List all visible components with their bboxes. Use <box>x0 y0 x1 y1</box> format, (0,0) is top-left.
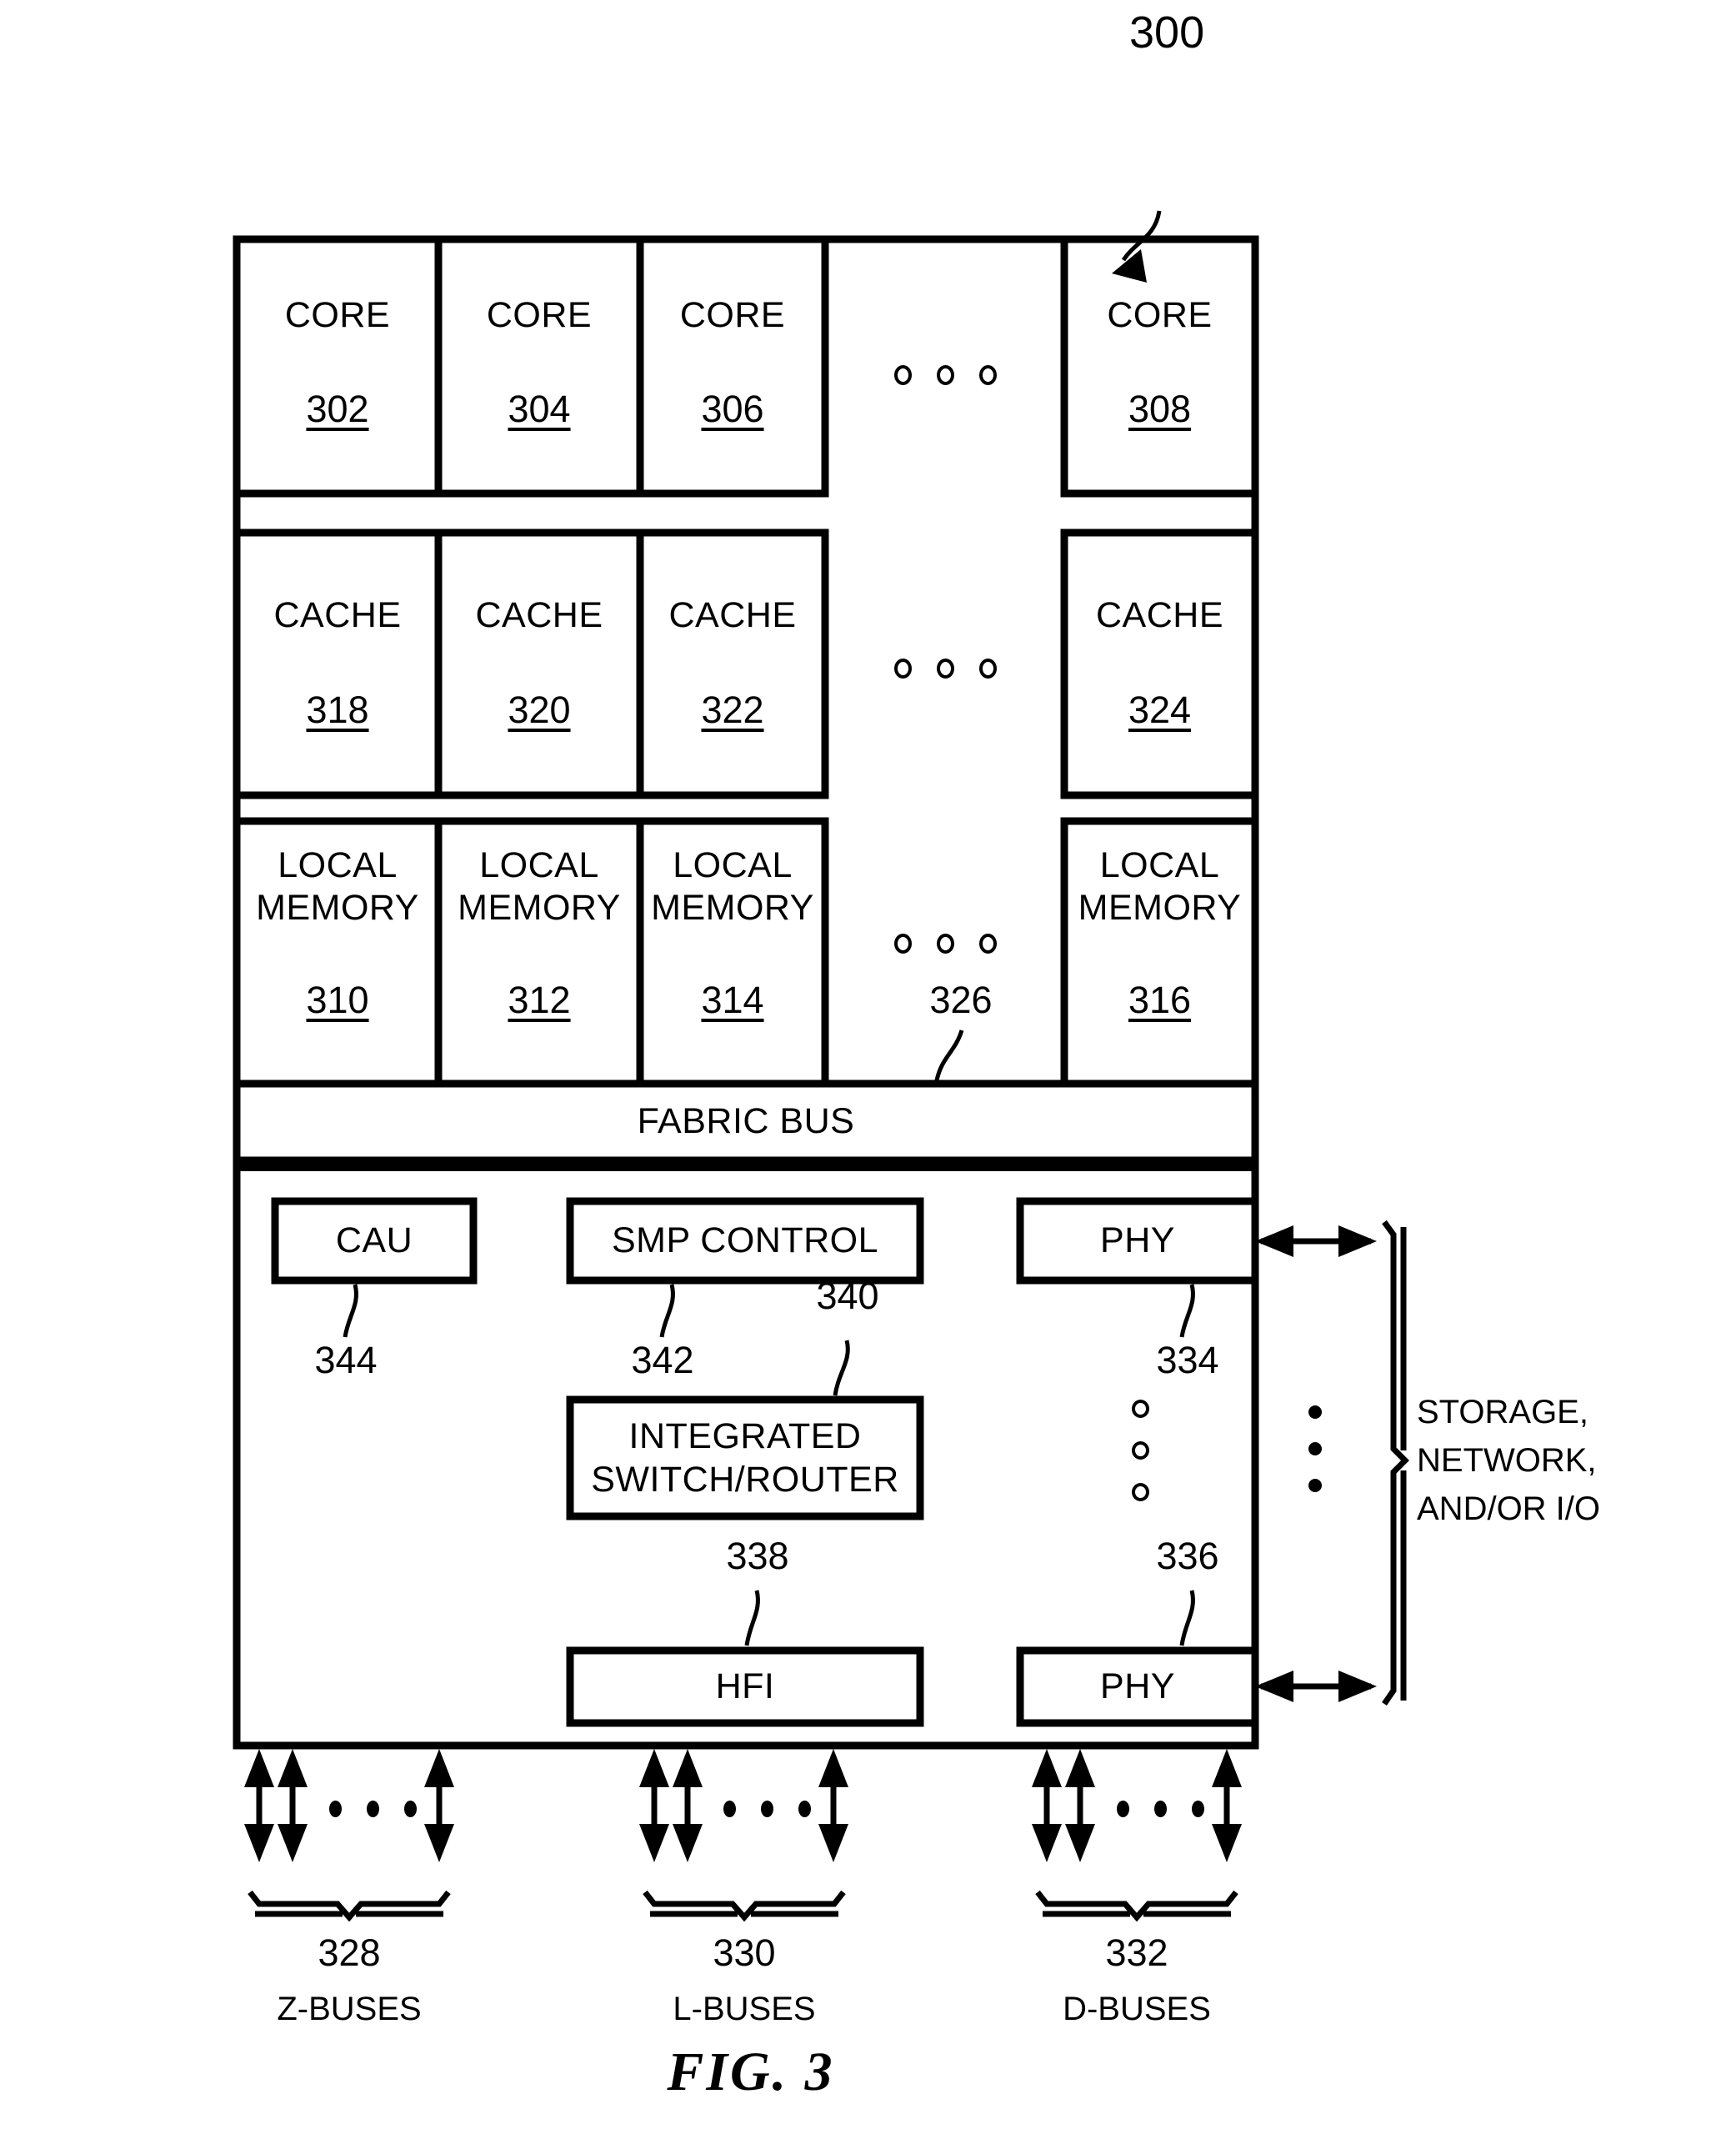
core-302-ref: 302 <box>306 388 369 430</box>
core-304-title: CORE <box>486 295 593 335</box>
reference-300: 300 <box>1129 8 1205 58</box>
d-buses-ellipsis-icon <box>1117 1801 1204 1817</box>
figure-caption: FIG. 3 <box>667 2041 835 2102</box>
core-box-306 <box>636 235 829 498</box>
reference-330: 330 <box>713 1931 776 1974</box>
cache-box-324 <box>1060 528 1259 799</box>
reference-334: 334 <box>1156 1339 1219 1381</box>
reference-326: 326 <box>929 979 993 1021</box>
memory-316-title-line1: LOCAL <box>1099 845 1220 885</box>
hfi-label: HFI <box>715 1666 775 1706</box>
core-box-304 <box>434 235 644 498</box>
memory-310-ref: 310 <box>306 979 369 1021</box>
smp-control-label: SMP CONTROL <box>611 1220 879 1260</box>
phy-top-arrowhead-right <box>1338 1225 1377 1257</box>
leader-340 <box>833 1340 850 1396</box>
core-308-ref: 308 <box>1128 388 1192 430</box>
external-ellipsis-icon <box>1308 1405 1322 1492</box>
z-buses-label: Z-BUSES <box>277 1991 422 2027</box>
memory-316-ref: 316 <box>1128 979 1192 1021</box>
external-label-line3: AND/OR I/O <box>1417 1490 1601 1527</box>
core-306-ref: 306 <box>701 388 764 430</box>
memory-310-title-line1: LOCAL <box>278 845 398 885</box>
core-306-title: CORE <box>679 295 786 335</box>
phy-column-ellipsis-icon <box>1132 1400 1149 1501</box>
integrated-switch-router-line1: INTEGRATED <box>628 1416 862 1456</box>
integrated-switch-router-line2: SWITCH/ROUTER <box>591 1460 899 1500</box>
core-308-title: CORE <box>1107 295 1213 335</box>
reference-328: 328 <box>318 1931 381 1974</box>
cache-324-title: CACHE <box>1095 595 1224 635</box>
core-302-title: CORE <box>284 295 391 335</box>
phy-bottom-arrowhead-right <box>1338 1671 1377 1702</box>
reference-344: 344 <box>314 1339 378 1381</box>
memory-314-title-line2: MEMORY <box>651 888 814 928</box>
phy-top-label: PHY <box>1100 1220 1175 1260</box>
cache-box-320 <box>434 528 644 799</box>
cache-318-ref: 318 <box>306 689 369 731</box>
cache-324-ref: 324 <box>1128 689 1192 731</box>
external-label-line1: STORAGE, <box>1417 1394 1588 1430</box>
figure-canvas: 300 CORE 302 CORE 304 CORE 306 CORE 308 … <box>0 0 1736 2129</box>
cache-322-ref: 322 <box>701 689 764 731</box>
core-row-ellipsis-icon <box>894 365 997 385</box>
fabric-bus-label: FABRIC BUS <box>637 1101 855 1141</box>
l-buses-label: L-BUSES <box>673 1991 816 2027</box>
leader-336 <box>1179 1590 1195 1646</box>
memory-314-ref: 314 <box>701 979 764 1021</box>
phy-top-arrowhead-left <box>1255 1225 1293 1257</box>
phy-bottom-label: PHY <box>1100 1666 1175 1706</box>
cache-320-ref: 320 <box>508 689 571 731</box>
memory-row-ellipsis-icon <box>894 934 997 954</box>
cache-322-title: CACHE <box>668 595 797 635</box>
reference-332: 332 <box>1105 1931 1168 1974</box>
leader-326 <box>934 1029 964 1081</box>
leader-338 <box>744 1590 760 1646</box>
memory-310-title-line2: MEMORY <box>256 888 419 928</box>
cache-row-ellipsis-icon <box>894 659 997 679</box>
d-buses-label: D-BUSES <box>1063 1991 1211 2027</box>
memory-312-ref: 312 <box>508 979 571 1021</box>
cache-box-318 <box>233 528 443 799</box>
reference-340: 340 <box>816 1275 879 1317</box>
phy-bottom-arrowhead-left <box>1255 1671 1293 1702</box>
cache-320-title: CACHE <box>475 595 603 635</box>
l-buses-ellipsis-icon <box>723 1801 811 1817</box>
memory-312-title-line1: LOCAL <box>479 845 599 885</box>
reference-336: 336 <box>1156 1535 1219 1577</box>
memory-314-title-line1: LOCAL <box>673 845 793 885</box>
reference-338: 338 <box>726 1535 789 1577</box>
external-label-line2: NETWORK, <box>1417 1442 1597 1479</box>
reference-342: 342 <box>631 1339 694 1381</box>
leader-334 <box>1179 1284 1195 1338</box>
cache-318-title: CACHE <box>273 595 402 635</box>
leader-344 <box>343 1284 358 1338</box>
core-box-308 <box>1060 235 1259 498</box>
leader-342 <box>659 1284 675 1338</box>
memory-316-title-line2: MEMORY <box>1078 888 1242 928</box>
cau-label: CAU <box>335 1220 413 1260</box>
z-buses-ellipsis-icon <box>329 1801 417 1817</box>
memory-312-title-line2: MEMORY <box>458 888 621 928</box>
core-304-ref: 304 <box>508 388 571 430</box>
core-box-302 <box>233 235 443 498</box>
cache-box-322 <box>636 528 829 799</box>
